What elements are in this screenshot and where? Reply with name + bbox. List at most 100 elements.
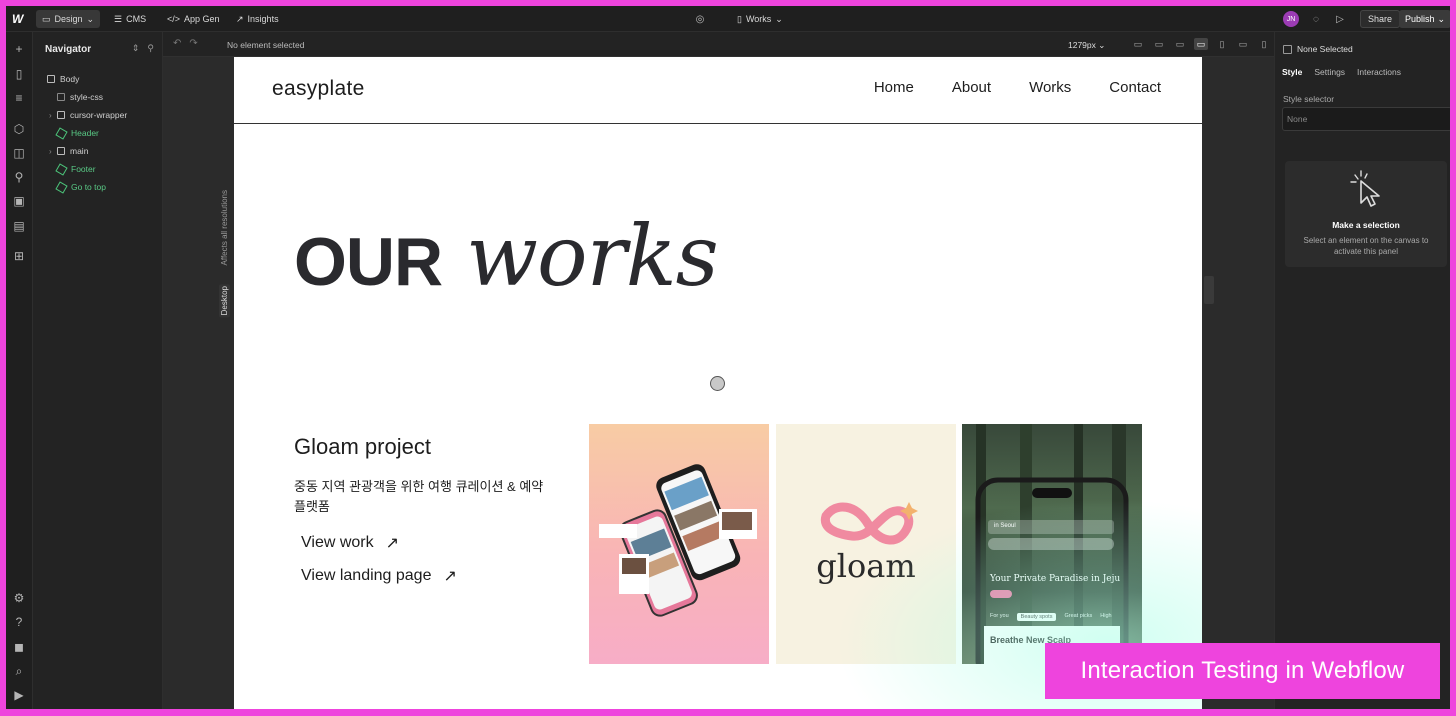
nav-item-main[interactable]: › main [49,144,89,158]
hero-heading[interactable]: OUR works [294,207,719,305]
chevron-right-icon[interactable]: › [49,111,52,120]
avatar[interactable]: JN [1283,11,1299,27]
book-icon[interactable]: ▤ [12,219,26,233]
insights-label: Insights [247,14,279,24]
phone-tabs: For you Beauty spots Great picks High [990,613,1112,621]
breakpoint-small-icon[interactable]: ▭ [1173,38,1187,50]
breakpoint-tablet-icon[interactable]: ▯ [1215,38,1229,50]
preview-icon[interactable]: ▷ [1332,11,1348,27]
page-selector[interactable]: ▯ Works ⌄ [731,10,789,28]
phone-headline: Your Private Paradise in Jeju [990,574,1121,584]
pages-icon[interactable]: ▯ [12,67,26,81]
insights-button[interactable]: ↗ Insights [230,10,285,28]
cms-collections-icon[interactable]: ◫ [12,146,26,160]
design-mode-button[interactable]: ▭ Design ⌄ [36,10,101,28]
hero-works-text: works [466,207,719,305]
affects-all-label: Affects all resolutions [220,190,229,266]
breakpoint-medium-icon[interactable]: ▭ [1152,38,1166,50]
nav-item-label: cursor-wrapper [70,110,128,120]
selection-label: None Selected [1297,44,1353,54]
share-button[interactable]: Share [1360,10,1401,28]
empty-description: Select an element on the canvas to activ… [1303,236,1429,256]
nav-link-home[interactable]: Home [874,79,914,96]
breakpoint-landscape-icon[interactable]: ▭ [1236,38,1250,50]
apps-icon[interactable]: ⊞ [12,249,26,263]
cursor-pointer-icon [1350,170,1380,207]
element-box-icon [1283,44,1292,54]
expand-collapse-icon[interactable]: ⇕ [132,43,140,54]
app-gen-button[interactable]: </> App Gen [161,10,226,28]
phone-location: in Seoul [988,520,1114,534]
canvas-width-selector[interactable]: 1279px ⌄ [1068,40,1105,51]
database-icon: ☰ [114,13,123,24]
project-description[interactable]: 중동 지역 관광객을 위한 여행 큐레이션 & 예약 플랫폼 [294,477,554,517]
resize-handle[interactable] [1204,276,1214,304]
view-landing-link[interactable]: View landing page ↗ [301,566,457,586]
desktop-label: Desktop [219,284,230,318]
left-rail: + ▯ ≡ ⬡ ◫ ⚲ ▣ ▤ ⊞ ⚙ ? ◼ ⌕ ▶ [6,32,33,709]
settings-icon[interactable]: ⚙ [12,591,26,605]
breakpoint-desktop-icon[interactable]: ▭ [1194,38,1208,50]
top-bar: W ▭ Design ⌄ ☰ CMS </> App Gen ↗ Insight… [6,6,1450,32]
chevron-down-icon: ⌄ [775,13,783,24]
webflow-logo-icon[interactable]: W [12,12,23,26]
project-image-logo[interactable]: gloam [776,424,956,664]
search-icon[interactable]: ⌕ [12,664,26,678]
empty-title: Make a selection [1332,220,1400,230]
project-image-phones[interactable] [589,424,769,664]
site-nav: Home About Works Contact [874,79,1161,96]
design-icon: ▭ [42,13,51,24]
project-image-app[interactable]: in Seoul Your Private Paradise in Jeju F… [962,424,1142,664]
chart-icon: ↗ [236,13,244,24]
site-logo[interactable]: easyplate [272,77,365,101]
view-landing-label: View landing page [301,567,432,584]
chevron-right-icon[interactable]: › [49,147,52,156]
nav-item-cursor-wrapper[interactable]: › cursor-wrapper [49,108,128,122]
nav-link-about[interactable]: About [952,79,991,96]
phone-tab: For you [990,613,1009,619]
globe-icon[interactable]: ◎ [692,11,708,27]
nav-item-label: Body [60,74,80,84]
view-work-link[interactable]: View work ↗ [301,533,399,553]
tab-settings[interactable]: Settings [1314,67,1345,77]
nav-item-go-to-top[interactable]: Go to top [55,180,106,194]
help-icon[interactable]: ? [12,615,26,629]
nav-item-label: main [70,146,89,156]
assets-icon[interactable]: ▣ [12,194,26,208]
chevron-down-icon: ⌄ [1437,13,1446,24]
nav-link-contact[interactable]: Contact [1109,79,1161,96]
comments-icon[interactable]: ◌ [1308,11,1324,27]
breakpoint-phone-icon[interactable]: ▯ [1257,38,1271,50]
nav-item-style-css[interactable]: style-css [57,90,103,104]
components-icon[interactable]: ⬡ [12,122,26,136]
nav-item-footer[interactable]: Footer [55,162,96,176]
add-icon[interactable]: + [12,42,26,56]
nav-item-label: Header [71,128,99,138]
audit-icon[interactable]: ◼ [12,640,26,654]
style-selector-input[interactable]: None [1282,107,1450,131]
undo-redo-icon[interactable]: ↶↷ [173,38,206,49]
site-header[interactable]: easyplate Home About Works Contact [234,57,1202,124]
nav-link-works[interactable]: Works [1029,79,1071,96]
gloam-wordmark: gloam [816,547,916,585]
nav-item-body[interactable]: Body [47,72,79,86]
style-selector-label: Style selector [1283,94,1335,104]
publish-button[interactable]: Publish ⌄ [1399,10,1450,28]
canvas-toolbar: ↶↷ No element selected 1279px ⌄ ▭ ▭ ▭ ▭ … [163,32,1274,57]
selection-status: No element selected [227,40,305,50]
cms-button[interactable]: ☰ CMS [108,10,152,28]
navigator-icon[interactable]: ≡ [12,91,26,105]
variables-icon[interactable]: ⚲ [12,170,26,184]
nav-item-label: Footer [71,164,96,174]
website-preview[interactable]: easyplate Home About Works Contact OUR w… [234,57,1202,709]
breakpoint-large-icon[interactable]: ▭ [1131,38,1145,50]
project-title[interactable]: Gloam project [294,434,431,460]
pin-icon[interactable]: ⚲ [147,43,154,54]
nav-item-label: Go to top [71,182,106,192]
tab-style[interactable]: Style [1282,67,1302,77]
navigator-title: Navigator [45,44,92,55]
video-icon[interactable]: ▶ [12,688,26,702]
nav-item-header[interactable]: Header [55,126,99,140]
element-box-icon [57,147,65,155]
tab-interactions[interactable]: Interactions [1357,67,1401,77]
